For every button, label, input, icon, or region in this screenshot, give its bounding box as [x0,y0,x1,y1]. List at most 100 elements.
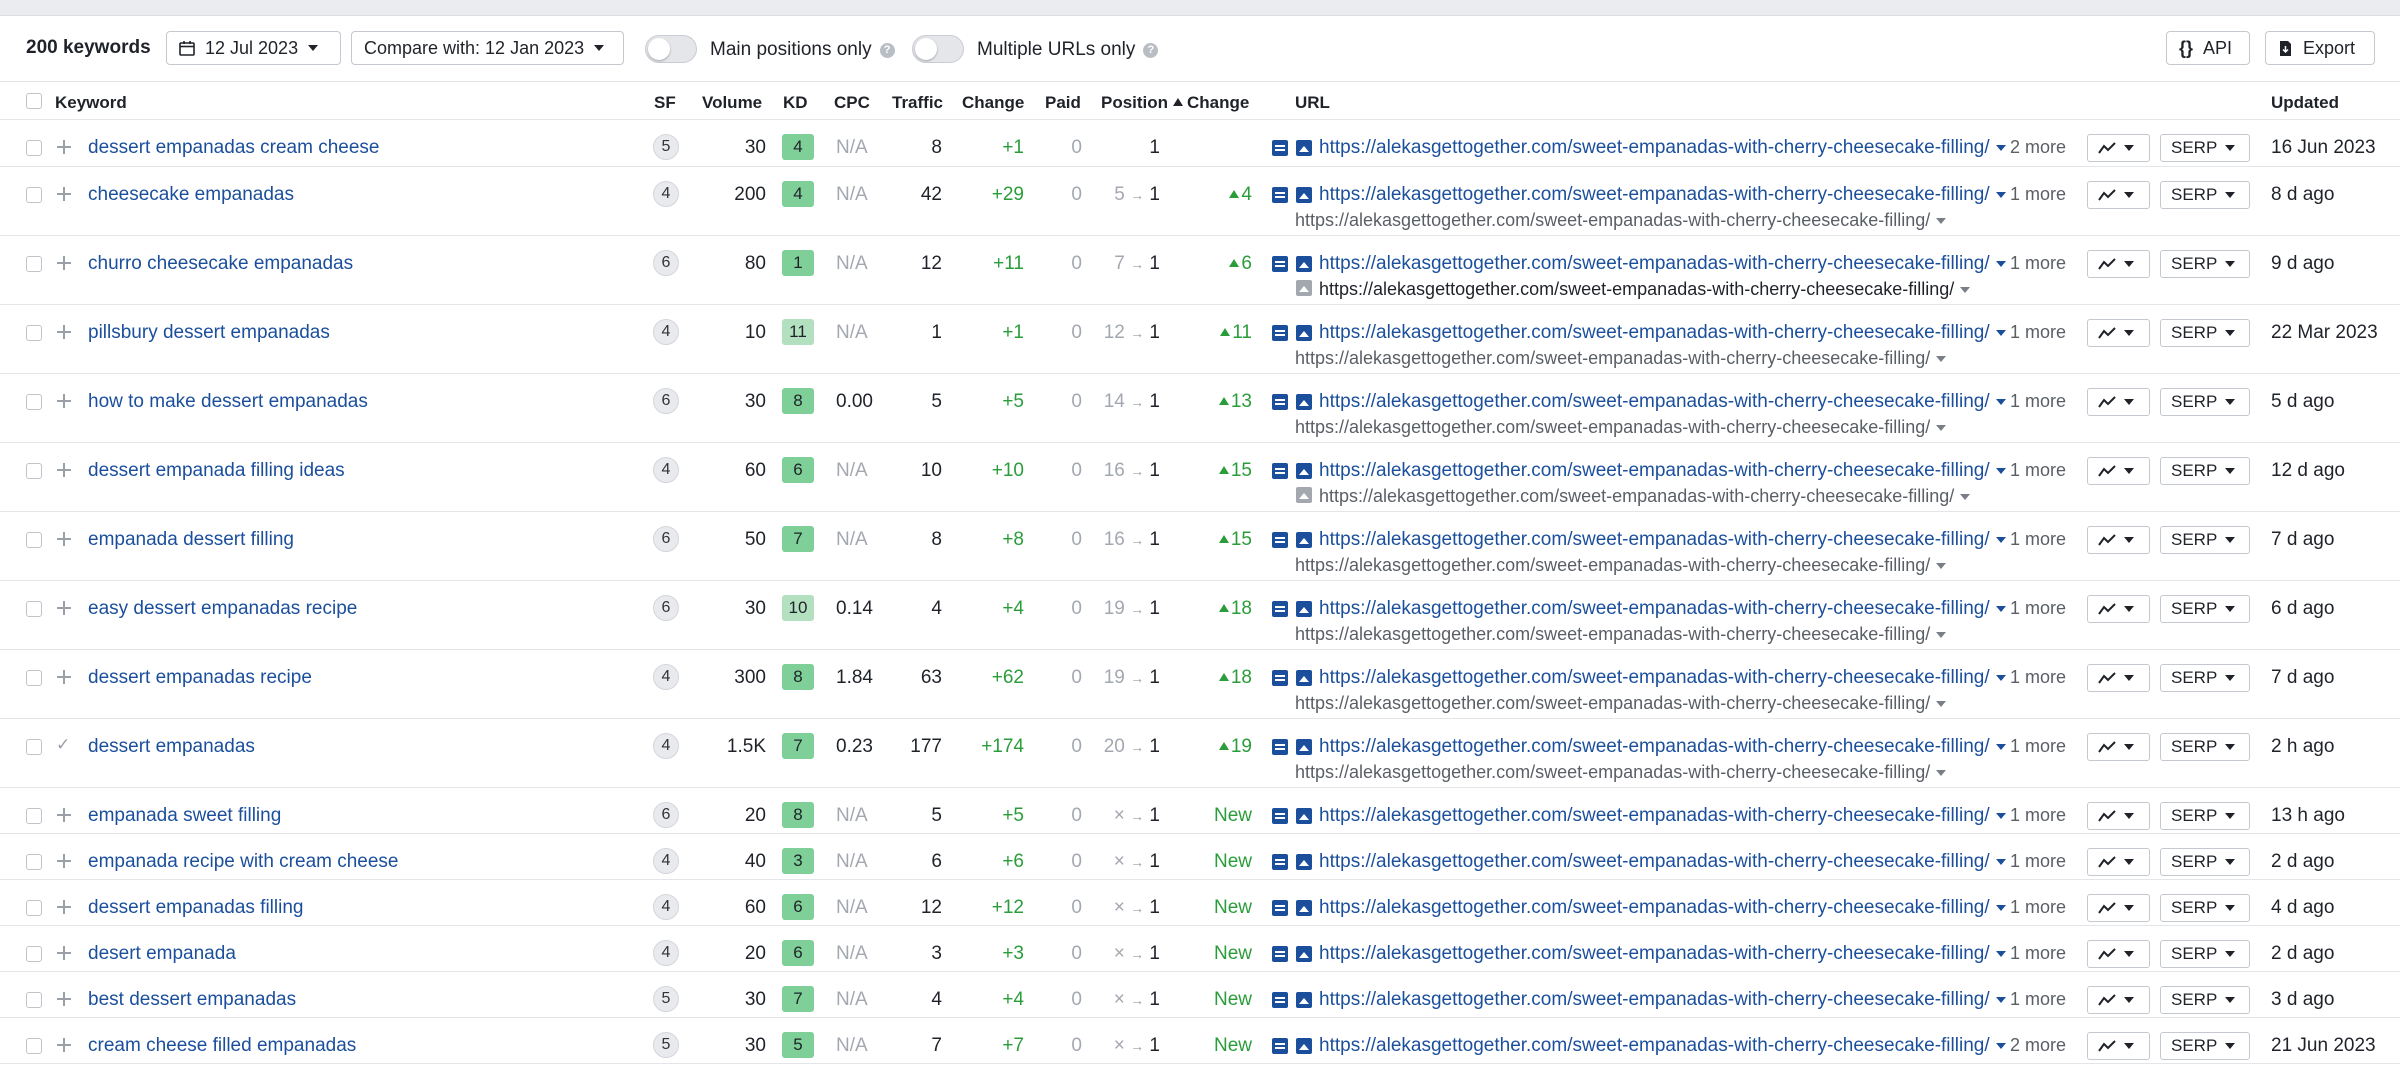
chevron-down-icon[interactable] [1995,192,2006,198]
serp-button[interactable]: SERP [2160,894,2250,922]
chevron-down-icon[interactable] [1995,859,2006,865]
col-sf[interactable]: SF [654,93,676,113]
serp-features-badge[interactable]: 5 [653,134,679,160]
trend-chart-button[interactable] [2087,894,2150,922]
serp-features-badge[interactable]: 4 [653,940,679,966]
add-keyword-icon[interactable] [56,462,72,478]
help-icon[interactable]: ? [879,42,895,58]
ranking-url[interactable]: https://alekasgettogether.com/sweet-empa… [1319,598,2006,620]
chevron-down-icon[interactable] [1995,997,2006,1003]
serp-button[interactable]: SERP [2160,1032,2250,1060]
serp-button[interactable]: SERP [2160,664,2250,692]
added-check-icon[interactable]: ✓ [56,736,72,753]
chevron-down-icon[interactable] [1995,145,2006,151]
row-checkbox[interactable] [26,1038,42,1054]
col-position[interactable]: Position [1101,93,1185,113]
ranking-url[interactable]: https://alekasgettogether.com/sweet-empa… [1319,253,2006,275]
trend-chart-button[interactable] [2087,526,2150,554]
more-urls-link[interactable]: 1 more [2010,598,2066,619]
serp-features-badge[interactable]: 4 [653,733,679,759]
serp-features-badge[interactable]: 4 [653,181,679,207]
keyword-link[interactable]: churro cheesecake empanadas [88,253,353,275]
chevron-down-icon[interactable] [1936,632,1947,638]
select-all-checkbox[interactable] [26,93,42,109]
add-keyword-icon[interactable] [56,807,72,823]
more-urls-link[interactable]: 1 more [2010,989,2066,1010]
more-urls-link[interactable]: 1 more [2010,460,2066,481]
more-urls-link[interactable]: 1 more [2010,897,2066,918]
serp-button[interactable]: SERP [2160,388,2250,416]
trend-chart-button[interactable] [2087,1032,2150,1060]
row-checkbox[interactable] [26,532,42,548]
chevron-down-icon[interactable] [1995,1043,2006,1049]
trend-chart-button[interactable] [2087,388,2150,416]
add-keyword-icon[interactable] [56,899,72,915]
row-checkbox[interactable] [26,992,42,1008]
chevron-down-icon[interactable] [1995,951,2006,957]
keyword-link[interactable]: empanada dessert filling [88,529,294,551]
trend-chart-button[interactable] [2087,664,2150,692]
ranking-url[interactable]: https://alekasgettogether.com/sweet-empa… [1319,184,2006,206]
more-urls-link[interactable]: 1 more [2010,943,2066,964]
col-url[interactable]: URL [1295,93,1330,113]
keyword-link[interactable]: dessert empanadas filling [88,897,303,919]
secondary-url[interactable]: https://alekasgettogether.com/sweet-empa… [1319,279,1971,300]
help-icon[interactable]: ? [1143,42,1159,58]
row-checkbox[interactable] [26,463,42,479]
ranking-url[interactable]: https://alekasgettogether.com/sweet-empa… [1319,897,2006,919]
chevron-down-icon[interactable] [1995,606,2006,612]
keyword-link[interactable]: empanada sweet filling [88,805,281,827]
keyword-link[interactable]: best dessert empanadas [88,989,296,1011]
ranking-url[interactable]: https://alekasgettogether.com/sweet-empa… [1319,943,2006,965]
more-urls-link[interactable]: 1 more [2010,322,2066,343]
trend-chart-button[interactable] [2087,181,2150,209]
more-urls-link[interactable]: 2 more [2010,1035,2066,1056]
add-keyword-icon[interactable] [56,669,72,685]
chevron-down-icon[interactable] [1995,905,2006,911]
col-volume[interactable]: Volume [702,93,762,113]
ranking-url[interactable]: https://alekasgettogether.com/sweet-empa… [1319,460,2006,482]
chevron-down-icon[interactable] [1995,399,2006,405]
keyword-link[interactable]: desert empanada [88,943,236,965]
row-checkbox[interactable] [26,739,42,755]
more-urls-link[interactable]: 1 more [2010,184,2066,205]
serp-button[interactable]: SERP [2160,134,2250,162]
secondary-url[interactable]: https://alekasgettogether.com/sweet-empa… [1295,555,1947,576]
chevron-down-icon[interactable] [1936,356,1947,362]
col-updated[interactable]: Updated [2271,93,2339,113]
row-checkbox[interactable] [26,394,42,410]
serp-features-badge[interactable]: 4 [653,319,679,345]
secondary-url[interactable]: https://alekasgettogether.com/sweet-empa… [1295,624,1947,645]
add-keyword-icon[interactable] [56,393,72,409]
chevron-down-icon[interactable] [1960,287,1971,293]
ranking-url[interactable]: https://alekasgettogether.com/sweet-empa… [1319,391,2006,413]
keyword-link[interactable]: pillsbury dessert empanadas [88,322,330,344]
row-checkbox[interactable] [26,854,42,870]
chevron-down-icon[interactable] [1936,701,1947,707]
more-urls-link[interactable]: 1 more [2010,529,2066,550]
more-urls-link[interactable]: 1 more [2010,391,2066,412]
trend-chart-button[interactable] [2087,250,2150,278]
serp-features-badge[interactable]: 6 [653,526,679,552]
secondary-url[interactable]: https://alekasgettogether.com/sweet-empa… [1295,417,1947,438]
more-urls-link[interactable]: 1 more [2010,253,2066,274]
col-traffic[interactable]: Traffic [892,93,943,113]
keyword-link[interactable]: dessert empanadas recipe [88,667,312,689]
serp-button[interactable]: SERP [2160,940,2250,968]
ranking-url[interactable]: https://alekasgettogether.com/sweet-empa… [1319,989,2006,1011]
row-checkbox[interactable] [26,325,42,341]
trend-chart-button[interactable] [2087,319,2150,347]
trend-chart-button[interactable] [2087,134,2150,162]
add-keyword-icon[interactable] [56,186,72,202]
more-urls-link[interactable]: 2 more [2010,137,2066,158]
row-checkbox[interactable] [26,900,42,916]
more-urls-link[interactable]: 1 more [2010,667,2066,688]
ranking-url[interactable]: https://alekasgettogether.com/sweet-empa… [1319,736,2006,758]
row-checkbox[interactable] [26,808,42,824]
ranking-url[interactable]: https://alekasgettogether.com/sweet-empa… [1319,529,2006,551]
add-keyword-icon[interactable] [56,853,72,869]
serp-button[interactable]: SERP [2160,733,2250,761]
serp-button[interactable]: SERP [2160,595,2250,623]
keyword-link[interactable]: empanada recipe with cream cheese [88,851,399,873]
keyword-link[interactable]: how to make dessert empanadas [88,391,368,413]
